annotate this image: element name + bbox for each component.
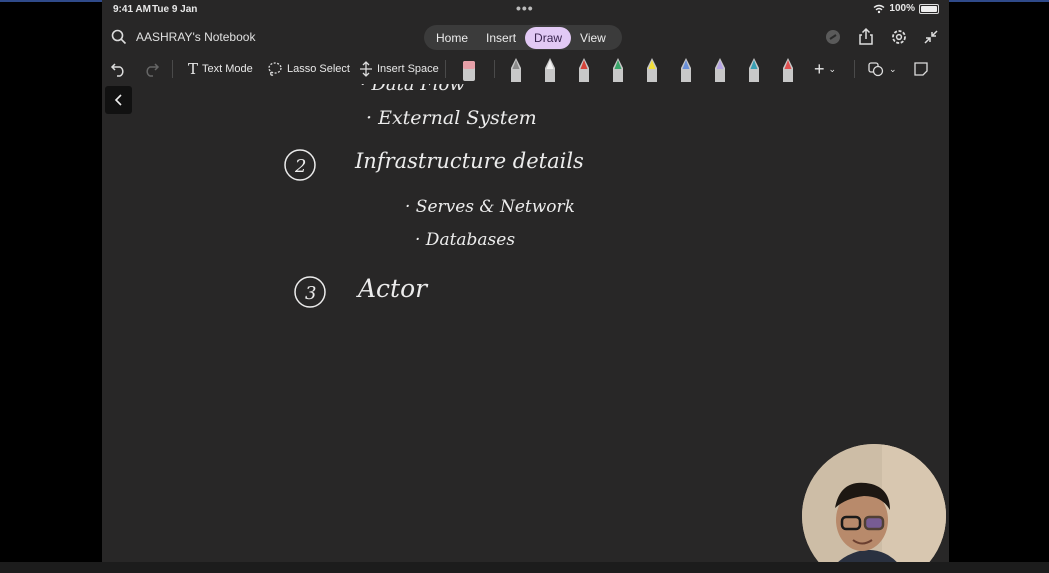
note-heading-actor: Actor bbox=[356, 274, 429, 303]
toolbar-divider bbox=[445, 60, 446, 78]
plus-icon: + bbox=[814, 58, 825, 79]
insert-space-icon bbox=[360, 61, 372, 77]
add-pen-button[interactable]: + ⌄ bbox=[814, 58, 836, 80]
pen-white-icon[interactable] bbox=[542, 56, 558, 82]
eraser-icon[interactable] bbox=[460, 57, 478, 83]
shapes-icon bbox=[868, 62, 884, 77]
pen-red-2-icon[interactable] bbox=[780, 56, 796, 82]
status-bar: 9:41 AM Tue 9 Jan ••• 100% bbox=[102, 0, 949, 18]
text-mode-button[interactable]: T Text Mode bbox=[188, 58, 253, 80]
pencil-gray-icon[interactable] bbox=[508, 56, 524, 82]
insert-space-button[interactable]: Insert Space bbox=[359, 58, 439, 80]
text-mode-label: Text Mode bbox=[202, 63, 253, 75]
text-mode-icon: T bbox=[188, 60, 199, 78]
share-icon[interactable] bbox=[856, 27, 876, 47]
multitask-dots[interactable]: ••• bbox=[516, 0, 534, 16]
pen-blue-icon[interactable] bbox=[678, 56, 694, 82]
note-databases: · Databases bbox=[415, 230, 515, 250]
draw-toolbar: T Text Mode Lasso Select Insert Space + … bbox=[102, 54, 949, 84]
note-line-cut: · Data Flow bbox=[360, 84, 465, 95]
pen-red-icon[interactable] bbox=[576, 56, 592, 82]
toolbar-divider bbox=[854, 60, 855, 78]
tab-insert[interactable]: Insert bbox=[477, 27, 525, 49]
battery-percent: 100% bbox=[889, 3, 915, 14]
battery-icon bbox=[919, 3, 939, 14]
redo-icon[interactable] bbox=[142, 60, 160, 78]
shapes-button[interactable]: ⌄ bbox=[867, 58, 897, 80]
lasso-icon bbox=[268, 62, 282, 76]
pen-teal-icon[interactable] bbox=[746, 56, 762, 82]
collapse-icon[interactable] bbox=[921, 27, 941, 47]
insert-space-label: Insert Space bbox=[377, 63, 439, 75]
sticky-note-icon[interactable] bbox=[913, 61, 929, 77]
note-external-system: · External System bbox=[366, 107, 537, 129]
pen-green-icon[interactable] bbox=[610, 56, 626, 82]
note-number-3: 3 bbox=[305, 283, 316, 304]
app-header: AASHRAY's Notebook Home Insert Draw View bbox=[102, 22, 949, 52]
pen-lavender-icon[interactable] bbox=[712, 56, 728, 82]
ribbon-tabs: Home Insert Draw View bbox=[424, 25, 622, 50]
chevron-down-icon: ⌄ bbox=[828, 63, 837, 74]
tab-draw[interactable]: Draw bbox=[525, 26, 572, 49]
search-icon[interactable] bbox=[110, 28, 128, 46]
note-number-2: 2 bbox=[294, 156, 306, 177]
toolbar-divider bbox=[172, 60, 173, 78]
lasso-select-label: Lasso Select bbox=[287, 63, 350, 75]
chevron-down-icon: ⌄ bbox=[889, 63, 897, 74]
ipad-screen: 9:41 AM Tue 9 Jan ••• 100% AASHRAY's Not… bbox=[102, 0, 949, 573]
highlighter-yellow-icon[interactable] bbox=[644, 56, 660, 82]
sync-icon[interactable] bbox=[823, 27, 843, 47]
status-date: Tue 9 Jan bbox=[152, 4, 198, 15]
notebook-title[interactable]: AASHRAY's Notebook bbox=[136, 30, 255, 44]
status-time: 9:41 AM bbox=[113, 4, 151, 15]
tab-home[interactable]: Home bbox=[427, 27, 477, 49]
tab-view[interactable]: View bbox=[571, 27, 615, 49]
bottom-bar bbox=[0, 562, 1049, 573]
undo-icon[interactable] bbox=[110, 60, 128, 78]
toolbar-divider bbox=[494, 60, 495, 78]
lasso-select-button[interactable]: Lasso Select bbox=[267, 58, 350, 80]
settings-icon[interactable] bbox=[889, 27, 909, 47]
wifi-icon bbox=[873, 4, 885, 13]
status-right: 100% bbox=[873, 3, 939, 14]
note-servers-network: · Serves & Network bbox=[405, 197, 575, 217]
note-heading-infrastructure: Infrastructure details bbox=[354, 149, 584, 173]
